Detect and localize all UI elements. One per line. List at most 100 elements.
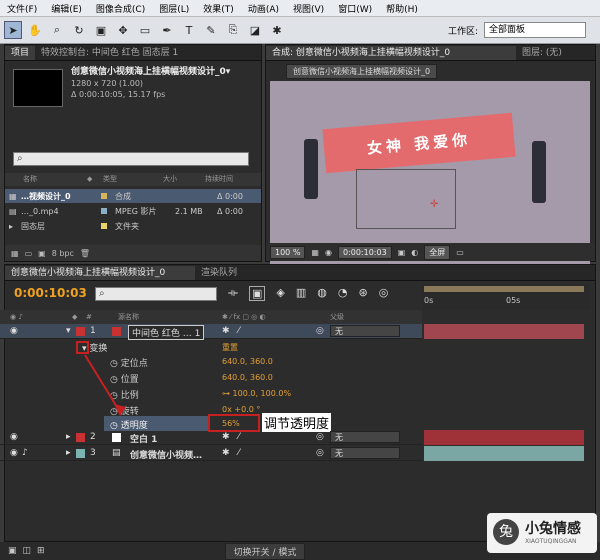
timeline-ruler[interactable]: 0s 05s — [422, 284, 590, 310]
toggle-modes-icon[interactable]: ◫ — [23, 546, 32, 556]
parent-pickwhip-icon[interactable]: ◎ — [316, 432, 324, 442]
menu-file[interactable]: 文件(F) — [0, 2, 44, 15]
anchor-point-value[interactable]: 640.0, 360.0 — [222, 357, 273, 366]
tab-render-queue[interactable]: 渲染队列 — [195, 266, 243, 280]
col-size[interactable]: 大小 — [163, 173, 205, 186]
menu-help[interactable]: 帮助(H) — [379, 2, 425, 15]
visibility-eye-icon[interactable]: ◉ — [10, 326, 18, 336]
motion-blur-icon[interactable]: ◍ — [317, 286, 327, 301]
layer-duration-bar[interactable] — [424, 446, 584, 461]
tab-timeline[interactable]: 创意微信小视频海上挂横幅视频设计_0 — [5, 266, 195, 280]
quality-switch-icon[interactable]: ⁄ — [238, 432, 240, 442]
eraser-tool-icon[interactable]: ◪ — [246, 21, 264, 39]
draft-3d-icon[interactable]: ▣ — [248, 286, 266, 301]
current-time-display[interactable]: 0:00:10:03 — [337, 245, 392, 259]
workspace-dropdown[interactable]: 全部面板 — [484, 22, 586, 38]
visibility-eye-icon[interactable]: ◉ — [10, 432, 18, 442]
collapse-switch-icon[interactable]: ✱ — [222, 326, 230, 336]
shy-icon[interactable]: ◈ — [276, 286, 284, 301]
layer-name[interactable]: 空白 1 — [130, 432, 157, 445]
zoom-dropdown[interactable]: 100 % — [270, 245, 306, 259]
collapse-switch-icon[interactable]: ✱ — [222, 448, 230, 458]
anchor-point-icon[interactable]: ✛ — [430, 199, 438, 210]
color-icon[interactable]: ◐ — [411, 248, 418, 257]
tab-layer[interactable]: 图层: (无) — [516, 46, 568, 60]
layer-row[interactable]: ◉ ▾ 1 中间色 红色 … 1 ✱ ⁄ ◎ 无 — [0, 324, 422, 340]
parent-pickwhip-icon[interactable]: ◎ — [316, 326, 324, 336]
new-folder-icon[interactable]: ▭ — [25, 249, 33, 258]
menu-view[interactable]: 视图(V) — [286, 2, 331, 15]
transform-reset-link[interactable]: 重置 — [222, 342, 238, 353]
parent-pickwhip-icon[interactable]: ◎ — [316, 448, 324, 458]
layer-label-color[interactable] — [76, 449, 85, 458]
zoom-tool-icon[interactable]: ⌕ — [48, 21, 66, 39]
visibility-eye-icon[interactable]: ◉ — [10, 448, 18, 458]
expand-triangle-icon[interactable]: ▾ — [66, 326, 71, 336]
expand-triangle-icon[interactable]: ▸ — [66, 432, 71, 442]
roi-icon[interactable]: ▭ — [456, 248, 464, 257]
rectangle-tool-icon[interactable]: ▭ — [136, 21, 154, 39]
toggle-layer-switches-icon[interactable]: ▣ — [8, 546, 17, 556]
snapshot-icon[interactable]: ◉ — [325, 248, 332, 257]
interpret-footage-icon[interactable]: ▦ — [11, 249, 19, 258]
label-icon[interactable]: ◆ — [87, 173, 103, 186]
menu-window[interactable]: 窗口(W) — [331, 2, 379, 15]
rotation-value[interactable]: 0x +0.0 ° — [222, 405, 260, 414]
layer-duration-bar[interactable] — [424, 430, 584, 445]
layer-row[interactable]: ◉ ♪ ▸ 3 ▤ 创意微信小视频… ✱ ⁄ ◎ 无 — [0, 446, 422, 461]
project-item[interactable]: ▸ 固态层 文件夹 — [5, 219, 261, 233]
toggle-in-out-icon[interactable]: ⊞ — [37, 546, 45, 556]
rotate-tool-icon[interactable]: ↻ — [70, 21, 88, 39]
collapse-switch-icon[interactable]: ✱ — [222, 432, 230, 442]
col-duration[interactable]: 持续时间 — [205, 173, 255, 186]
composition-nav-button[interactable]: 创意微信小视频海上挂横幅视频设计_0 — [286, 64, 438, 79]
work-area-bar[interactable] — [424, 286, 584, 292]
col-source-name[interactable]: 源名称 — [118, 310, 139, 324]
menu-effect[interactable]: 效果(T) — [196, 2, 241, 15]
hand-tool-icon[interactable]: ✋ — [26, 21, 44, 39]
menu-animation[interactable]: 动画(A) — [241, 2, 286, 15]
parent-dropdown[interactable]: 无 — [330, 431, 400, 443]
col-type[interactable]: 类型 — [103, 173, 163, 186]
layer-label-color[interactable] — [76, 327, 85, 336]
frame-blending-icon[interactable]: ▥ — [296, 286, 306, 301]
project-search-input[interactable]: ⌕ — [13, 152, 249, 166]
composition-name[interactable]: 创意微信小视频海上挂横幅视频设计_0▾ — [71, 67, 230, 78]
audio-speaker-icon[interactable]: ♪ — [22, 448, 28, 458]
timeline-search-input[interactable]: ⌕ — [95, 287, 217, 301]
toggle-switches-modes-button[interactable]: 切换开关 / 模式 — [224, 542, 306, 560]
parent-dropdown[interactable]: 无 — [330, 325, 400, 337]
layer-name[interactable]: 中间色 红色 … 1 — [128, 325, 205, 340]
menu-edit[interactable]: 编辑(E) — [44, 2, 89, 15]
position-value[interactable]: 640.0, 360.0 — [222, 373, 273, 382]
parent-dropdown[interactable]: 无 — [330, 447, 400, 459]
live-update-icon[interactable]: ◎ — [379, 286, 389, 301]
project-item[interactable]: ▦ …视频设计_0 合成 Δ 0:00 — [5, 189, 261, 203]
selection-tool-icon[interactable]: ➤ — [4, 21, 22, 39]
project-item[interactable]: ▤ …_0.mp4 MPEG 影片 2.1 MB Δ 0:00 — [5, 204, 261, 218]
text-tool-icon[interactable]: T — [180, 21, 198, 39]
pan-behind-tool-icon[interactable]: ✥ — [114, 21, 132, 39]
tab-project[interactable]: 项目 — [5, 46, 36, 60]
graph-editor-icon[interactable]: ◔ — [338, 286, 348, 301]
constrain-proportions-icon[interactable]: ⊶ — [222, 389, 230, 398]
camera-tool-icon[interactable]: ▣ — [92, 21, 110, 39]
brush-tool-icon[interactable]: ✎ — [202, 21, 220, 39]
brainstorm-icon[interactable]: ⊛ — [358, 286, 367, 301]
expand-triangle-icon[interactable]: ▸ — [66, 448, 71, 458]
new-composition-icon[interactable]: ▣ — [38, 249, 46, 258]
menu-composition[interactable]: 图像合成(C) — [89, 2, 152, 15]
trash-icon[interactable]: 🗑 — [80, 249, 90, 258]
pen-tool-icon[interactable]: ✒ — [158, 21, 176, 39]
col-parent[interactable]: 父级 — [330, 310, 344, 324]
tab-effect-controls[interactable]: 特效控制台: 中间色 红色 固态层 1 — [35, 46, 205, 60]
timeline-current-time[interactable]: 0:00:10:03 — [14, 286, 87, 300]
layer-label-color[interactable] — [76, 433, 85, 442]
layer-duration-bar[interactable] — [424, 324, 584, 339]
menu-layer[interactable]: 图层(L) — [152, 2, 196, 15]
bit-depth-button[interactable]: 8 bpc — [52, 249, 74, 258]
grid-icon[interactable]: ▦ — [311, 248, 319, 257]
camera-icon[interactable]: ▣ — [398, 248, 406, 257]
layer-row[interactable]: ◉ ▸ 2 空白 1 ✱ ⁄ ◎ 无 — [0, 430, 422, 445]
composition-mini-flowchart-icon[interactable]: ⟛ — [228, 286, 238, 301]
